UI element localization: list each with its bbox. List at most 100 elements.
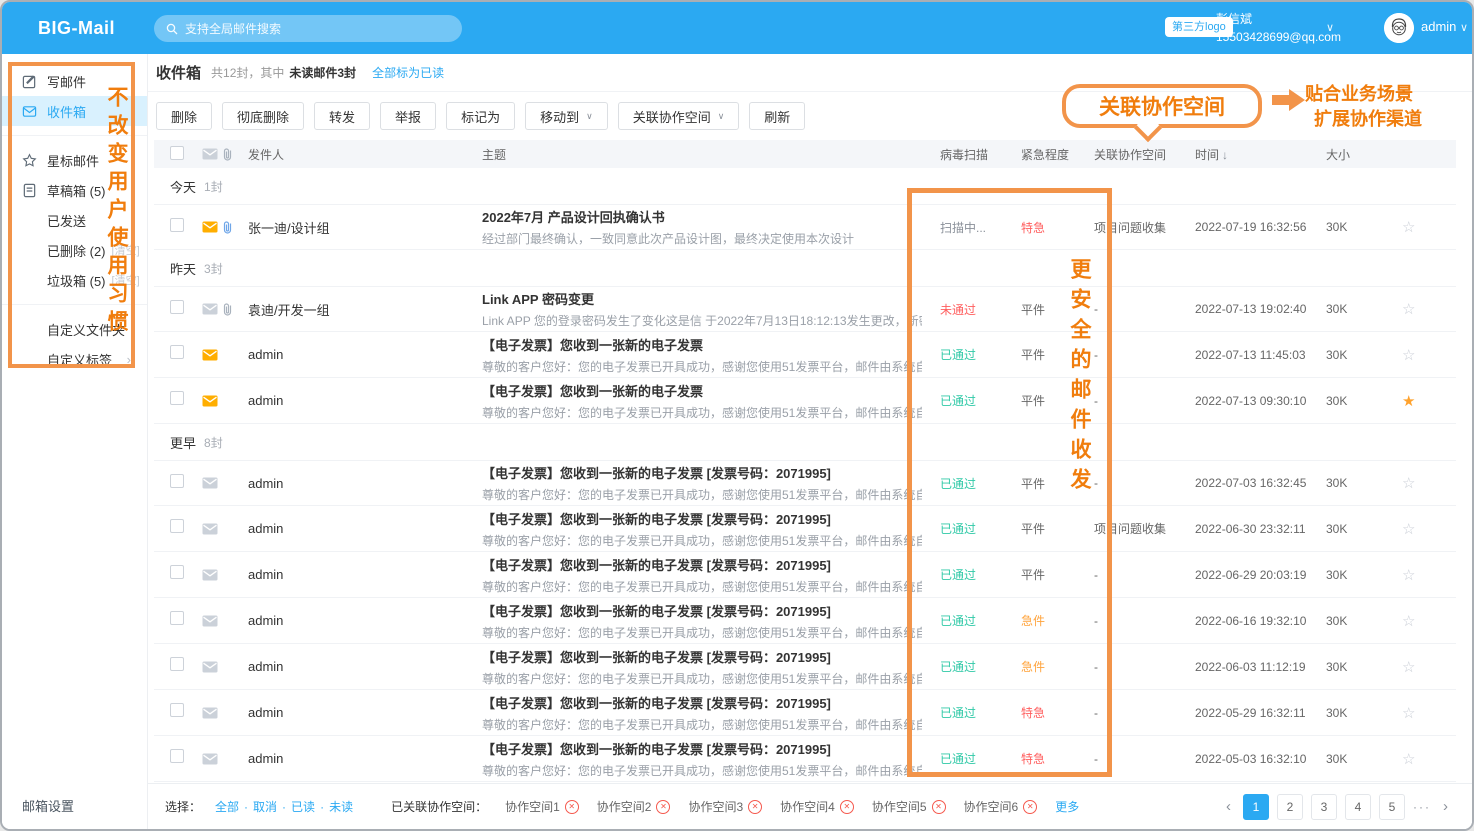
toolbar-button-link-space[interactable]: 关联协作空间∨: [618, 102, 740, 130]
prev-page-icon[interactable]: ‹: [1222, 798, 1235, 815]
col-virus: 病毒扫描: [940, 146, 1021, 163]
toolbar-button-report[interactable]: 举报: [380, 102, 436, 130]
sidebar-item-deleted[interactable]: 已删除 (2)[清空]: [2, 235, 147, 265]
remove-tag-icon[interactable]: ✕: [565, 800, 579, 814]
page-button-1[interactable]: 1: [1243, 794, 1269, 820]
col-time-sort[interactable]: 时间↓: [1195, 146, 1326, 163]
page-button-4[interactable]: 4: [1345, 794, 1371, 820]
group-count: 1封: [204, 178, 223, 195]
next-page-icon[interactable]: ›: [1439, 798, 1452, 815]
row-checkbox[interactable]: [170, 300, 184, 314]
envelope-icon: [202, 477, 218, 489]
email-row[interactable]: admin 【电子发票】您收到一张新的电子发票 [发票号码：2071995] 尊…: [154, 736, 1456, 782]
toolbar-button-forward[interactable]: 转发: [314, 102, 370, 130]
remove-tag-icon[interactable]: ✕: [748, 800, 762, 814]
mailbox-settings-link[interactable]: 邮箱设置: [22, 796, 74, 815]
remove-tag-icon[interactable]: ✕: [656, 800, 670, 814]
urgency-level: 急件: [1021, 612, 1094, 629]
attachment-icon: [223, 147, 232, 161]
row-checkbox[interactable]: [170, 218, 184, 232]
chevron-down-icon[interactable]: ∨: [1460, 21, 1468, 34]
sidebar-item-drafts[interactable]: 草稿箱 (5): [2, 175, 147, 205]
toolbar-button-move-to[interactable]: 移动到∨: [525, 102, 608, 130]
sidebar-item-sent[interactable]: 已发送: [2, 205, 147, 235]
mail-size: 30K: [1326, 706, 1402, 720]
subject: 【电子发票】您收到一张新的电子发票 [发票号码：2071995]: [482, 509, 922, 528]
email-row[interactable]: admin 【电子发票】您收到一张新的电子发票 [发票号码：2071995] 尊…: [154, 644, 1456, 690]
toolbar-button-mark-as[interactable]: 标记为: [446, 102, 515, 130]
urgency-level: 平件: [1021, 475, 1094, 492]
sidebar-item-junk[interactable]: 垃圾箱 (5)[清空]: [2, 265, 147, 295]
select-link[interactable]: 未读: [329, 800, 353, 814]
chevron-down-icon: ∨: [718, 111, 725, 122]
page-button-2[interactable]: 2: [1277, 794, 1303, 820]
clear-link[interactable]: [清空]: [112, 272, 140, 288]
star-icon[interactable]: ☆: [1402, 474, 1456, 492]
email-row[interactable]: 袁迪/开发一组 Link APP 密码变更 Link APP 您的登录密码发生了…: [154, 286, 1456, 332]
chevron-down-icon[interactable]: ∨: [1326, 21, 1334, 34]
email-row[interactable]: admin 【电子发票】您收到一张新的电子发票 [发票号码：2071995] 尊…: [154, 598, 1456, 644]
toolbar-button-refresh[interactable]: 刷新: [749, 102, 805, 130]
more-link[interactable]: 更多: [1055, 798, 1079, 815]
urgency-level: 平件: [1021, 566, 1094, 583]
clear-link[interactable]: [清空]: [112, 242, 140, 258]
global-search-input[interactable]: 支持全局邮件搜索: [154, 15, 462, 42]
row-checkbox[interactable]: [170, 657, 184, 671]
row-checkbox[interactable]: [170, 749, 184, 763]
row-checkbox[interactable]: [170, 345, 184, 359]
email-row[interactable]: admin 【电子发票】您收到一张新的电子发票 [发票号码：2071995] 尊…: [154, 552, 1456, 598]
star-icon[interactable]: ☆: [1402, 520, 1456, 538]
select-link[interactable]: 取消: [253, 800, 277, 814]
email-row[interactable]: admin 【电子发票】您收到一张新的电子发票 尊敬的客户您好：您的电子发票已开…: [154, 332, 1456, 378]
row-checkbox[interactable]: [170, 391, 184, 405]
select-all-checkbox[interactable]: [170, 146, 184, 160]
email-row[interactable]: admin 【电子发票】您收到一张新的电子发票 [发票号码：2071995] 尊…: [154, 460, 1456, 506]
sidebar-item-compose[interactable]: 写邮件: [2, 66, 147, 96]
link-separator: ·: [244, 800, 248, 814]
remove-tag-icon[interactable]: ✕: [840, 800, 854, 814]
mark-all-read-link[interactable]: 全部标为已读: [372, 64, 444, 81]
select-link[interactable]: 全部: [215, 800, 239, 814]
row-checkbox[interactable]: [170, 474, 184, 488]
avatar[interactable]: [1384, 13, 1414, 43]
email-row[interactable]: admin 【电子发票】您收到一张新的电子发票 [发票号码：2071995] 尊…: [154, 690, 1456, 736]
sidebar-item-inbox[interactable]: 收件箱: [2, 96, 147, 126]
app-window: BIG-Mail 支持全局邮件搜索 第三方logo 彭信斌 1550342869…: [0, 0, 1474, 831]
remove-tag-icon[interactable]: ✕: [932, 800, 946, 814]
star-icon[interactable]: ★: [1402, 392, 1456, 410]
sender: 袁迪/开发一组: [248, 300, 482, 319]
select-link[interactable]: 已读: [291, 800, 315, 814]
page-button-5[interactable]: 5: [1379, 794, 1405, 820]
email-row[interactable]: admin 【电子发票】您收到一张新的电子发票 [发票号码：2071995] 尊…: [154, 506, 1456, 552]
sidebar-item-custom-tag[interactable]: 自定义标签›: [2, 344, 147, 374]
linked-space-tags: 协作空间1✕协作空间2✕协作空间3✕协作空间4✕协作空间5✕协作空间6✕: [487, 798, 1037, 815]
avatar-face-icon: [1384, 13, 1414, 43]
star-icon[interactable]: ☆: [1402, 750, 1456, 768]
user-info[interactable]: 彭信斌 15503428699@qq.com: [1216, 10, 1341, 46]
email-row[interactable]: admin 【电子发票】您收到一张新的电子发票 尊敬的客户您好：您的电子发票已开…: [154, 378, 1456, 424]
sidebar-item-custom-folder[interactable]: 自定义文件夹: [2, 314, 147, 344]
row-checkbox[interactable]: [170, 565, 184, 579]
subject: 2022年7月 产品设计回执确认书: [482, 207, 922, 226]
email-row[interactable]: 张一迪/设计组 2022年7月 产品设计回执确认书 经过部门最终确认，一致同意此…: [154, 204, 1456, 250]
toolbar-button-label: 彻底删除: [237, 107, 289, 126]
page-button-3[interactable]: 3: [1311, 794, 1337, 820]
tag-label: 协作空间5: [872, 798, 927, 815]
row-checkbox[interactable]: [170, 703, 184, 717]
envelope-icon: [202, 221, 218, 233]
row-checkbox[interactable]: [170, 611, 184, 625]
star-icon[interactable]: ☆: [1402, 300, 1456, 318]
star-icon[interactable]: ☆: [1402, 218, 1456, 236]
toolbar-button-delete[interactable]: 删除: [156, 102, 212, 130]
page-ellipsis[interactable]: ···: [1413, 800, 1431, 814]
star-icon[interactable]: ☆: [1402, 658, 1456, 676]
star-icon[interactable]: ☆: [1402, 704, 1456, 722]
star-icon[interactable]: ☆: [1402, 612, 1456, 630]
sidebar-item-starred[interactable]: 星标邮件: [2, 145, 147, 175]
row-checkbox[interactable]: [170, 519, 184, 533]
remove-tag-icon[interactable]: ✕: [1023, 800, 1037, 814]
star-icon[interactable]: ☆: [1402, 346, 1456, 364]
star-icon[interactable]: ☆: [1402, 566, 1456, 584]
toolbar-button-delete-forever[interactable]: 彻底删除: [222, 102, 304, 130]
col-urgency: 紧急程度: [1021, 146, 1094, 163]
